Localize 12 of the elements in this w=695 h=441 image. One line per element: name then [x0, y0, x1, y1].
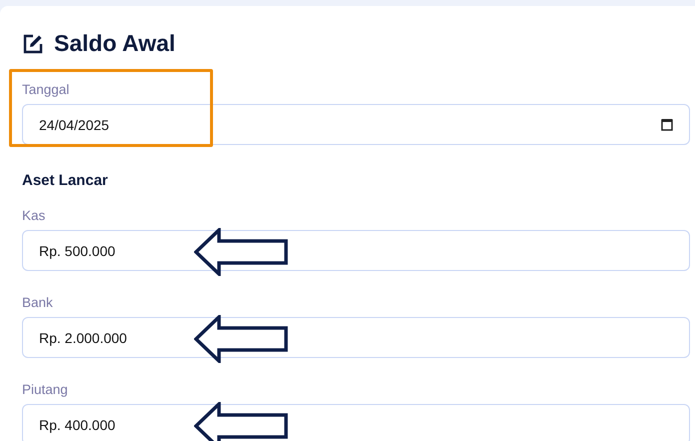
date-field[interactable]: 24/04/2025: [22, 104, 690, 145]
field-label: Kas: [22, 208, 46, 224]
section-title: Aset Lancar: [22, 172, 109, 190]
field-label: Bank: [22, 295, 54, 311]
input-field[interactable]: Rp. 2.000.000: [22, 317, 690, 358]
calendar-icon[interactable]: [661, 118, 673, 131]
input-field[interactable]: Rp. 400.000: [22, 404, 690, 441]
page-title: Saldo Awal: [54, 30, 176, 57]
input-field[interactable]: Rp. 500.000: [22, 230, 690, 271]
field-label: Tanggal: [22, 82, 70, 98]
edit-icon: [22, 32, 44, 54]
field-label: Piutang: [22, 382, 69, 398]
